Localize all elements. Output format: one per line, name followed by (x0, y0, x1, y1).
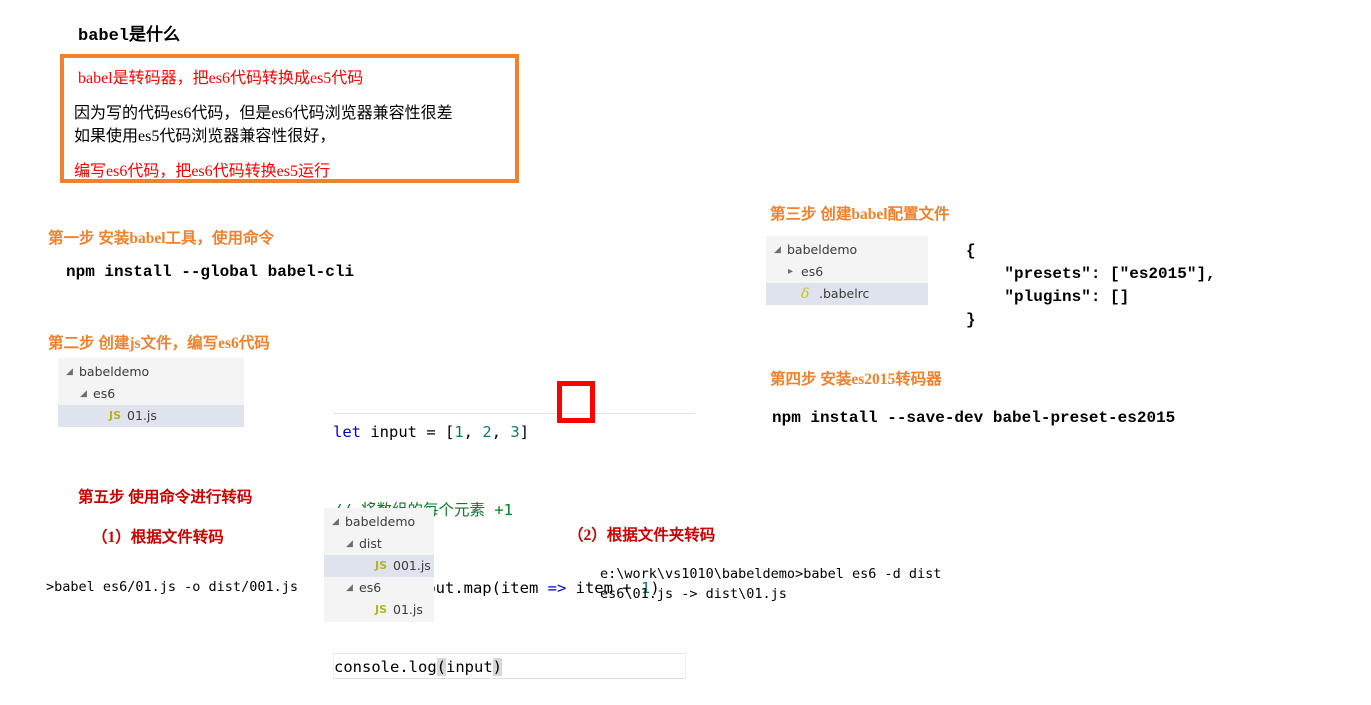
tree-row-label: .babelrc (819, 286, 870, 301)
intro-line-4: 编写es6代码，把es6代码转换es5运行 (74, 163, 330, 180)
js-file-icon: JS (109, 409, 122, 422)
step4-command: npm install --save-dev babel-preset-es20… (772, 409, 1176, 427)
file-tree-step2[interactable]: babeldemo es6 JS 01.js (58, 358, 244, 427)
file-tree-step5[interactable]: babeldemo dist JS 001.js es6 JS 01.js (324, 508, 434, 622)
tree-row[interactable]: es6 (324, 577, 434, 599)
open-triangle-icon[interactable] (346, 533, 359, 555)
code-clipped-comment-line: // 定义数组 (333, 356, 695, 367)
tree-row-label: dist (359, 536, 382, 551)
babelrc-content: { "presets": ["es2015"], "plugins": [] } (966, 242, 1216, 329)
open-triangle-icon[interactable] (346, 577, 359, 599)
tree-row-label: es6 (801, 264, 824, 279)
babelrc-file-icon: δ (801, 286, 810, 302)
code-token-number: 2 (482, 423, 492, 441)
intro-line-2: 因为写的代码es6代码，但是es6代码浏览器兼容性很差 (74, 105, 453, 122)
code-token-number: 1 (454, 423, 464, 441)
step2-heading: 第二步 创建js文件，编写es6代码 (48, 335, 270, 352)
open-triangle-icon[interactable] (332, 511, 345, 533)
open-triangle-icon[interactable] (774, 239, 787, 261)
collapsed-triangle-icon[interactable] (788, 261, 801, 283)
step1-heading: 第一步 安装babel工具，使用命令 (48, 230, 275, 247)
tree-row-label: babeldemo (345, 514, 416, 529)
intro-line-3: 如果使用es5代码浏览器兼容性很好， (74, 128, 336, 145)
file-tree-step3[interactable]: babeldemo es6 δ .babelrc (766, 236, 928, 305)
code-line-1[interactable]: let input = [1, 2, 3] (333, 419, 695, 445)
code-token-plain: , (463, 423, 483, 441)
step5-sub2-command: e:\work\vs1010\babeldemo>babel es6 -d di… (600, 566, 942, 602)
tree-row-label: 001.js (393, 558, 431, 573)
tree-row[interactable]: babeldemo (324, 511, 434, 533)
code-token-plain: ] (519, 423, 530, 441)
open-triangle-icon[interactable] (80, 383, 93, 405)
tree-row[interactable]: JS 01.js (324, 599, 434, 621)
code-line-4-current[interactable]: console.log(input) (333, 653, 686, 679)
tree-row-label: babeldemo (79, 364, 150, 379)
tree-row[interactable]: es6 (766, 261, 928, 283)
step5-sub2-heading: （2）根据文件夹转码 (568, 527, 716, 544)
arrow-function-highlight-box (557, 381, 595, 423)
step1-command: npm install --global babel-cli (66, 263, 355, 281)
tree-row[interactable]: JS 001.js (324, 555, 434, 577)
code-token-plain: input (446, 658, 493, 676)
code-token-plain: input = [ (361, 423, 455, 441)
tree-row-label: 01.js (393, 602, 423, 617)
code-token-bracket: ) (492, 658, 503, 676)
step4-heading: 第四步 安装es2015转码器 (770, 371, 942, 388)
tree-row-label: 01.js (127, 408, 157, 423)
step5-heading: 第五步 使用命令进行转码 (78, 489, 253, 506)
code-token-operator: => (547, 579, 567, 597)
code-token-number: 3 (510, 423, 520, 441)
tree-row[interactable]: es6 (58, 383, 244, 405)
step5-sub1-command: >babel es6/01.js -o dist/001.js (46, 579, 298, 595)
code-editor[interactable]: // 定义数组 let input = [1, 2, 3] // 将数组的每个元… (333, 304, 695, 705)
page-title: babel是什么 (78, 27, 181, 46)
editor-line-separator (333, 413, 695, 414)
tree-row[interactable]: babeldemo (58, 361, 244, 383)
open-triangle-icon[interactable] (66, 361, 79, 383)
tree-row[interactable]: δ .babelrc (766, 283, 928, 305)
tree-row-label: es6 (359, 580, 382, 595)
code-token-keyword: let (333, 423, 361, 441)
js-file-icon: JS (375, 603, 388, 616)
tree-row[interactable]: JS 01.js (58, 405, 244, 427)
step3-heading: 第三步 创建babel配置文件 (770, 206, 950, 223)
tree-row-label: babeldemo (787, 242, 858, 257)
code-token-plain: console.log (334, 658, 437, 676)
code-token-plain: , (491, 423, 511, 441)
step5-sub1-heading: （1）根据文件转码 (92, 529, 224, 546)
tree-row[interactable]: babeldemo (766, 239, 928, 261)
code-token-bracket: ( (436, 658, 446, 676)
intro-line-1: babel是转码器，把es6代码转换成es5代码 (78, 70, 364, 87)
tree-row-label: es6 (93, 386, 116, 401)
js-file-icon: JS (375, 559, 388, 572)
tree-row[interactable]: dist (324, 533, 434, 555)
